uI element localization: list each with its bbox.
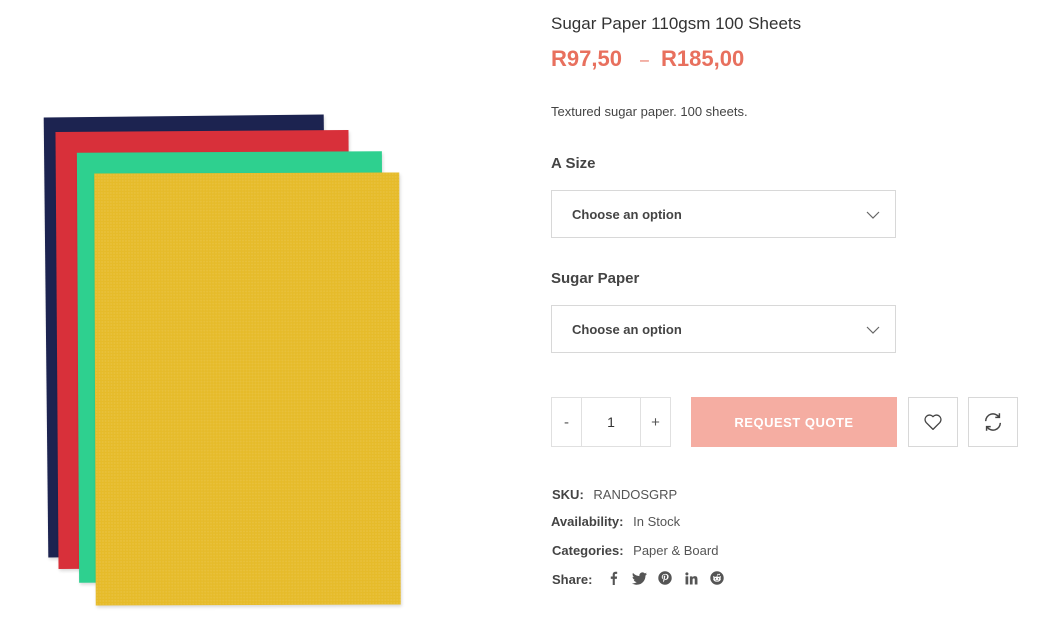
sugar-paper-select-value: Choose an option bbox=[572, 322, 682, 337]
categories-label: Categories: bbox=[552, 543, 624, 558]
categories-row: Categories: Paper & Board bbox=[552, 543, 718, 558]
share-label: Share: bbox=[552, 572, 593, 587]
product-description: Textured sugar paper. 100 sheets. bbox=[551, 104, 748, 119]
sku-row: SKU: RANDOSGRP bbox=[552, 487, 677, 502]
pinterest-icon[interactable] bbox=[657, 570, 673, 586]
quantity-increase-button[interactable]: + bbox=[640, 398, 670, 446]
request-quote-button[interactable]: REQUEST QUOTE bbox=[691, 397, 897, 447]
sku-value: RANDOSGRP bbox=[593, 487, 678, 502]
category-link[interactable]: Paper & Board bbox=[633, 543, 718, 558]
a-size-label: A Size bbox=[551, 155, 596, 172]
quantity-input[interactable] bbox=[582, 398, 640, 446]
wishlist-button[interactable] bbox=[908, 397, 958, 447]
sugar-paper-label: Sugar Paper bbox=[551, 270, 640, 287]
reddit-icon[interactable] bbox=[709, 570, 725, 586]
share-row: Share: bbox=[552, 572, 598, 587]
product-image[interactable] bbox=[0, 0, 520, 629]
price-min: R97,50 bbox=[551, 46, 622, 71]
availability-label: Availability: bbox=[551, 514, 624, 529]
quantity-stepper: - + bbox=[551, 397, 671, 447]
price-separator: – bbox=[640, 52, 649, 69]
price-max: R185,00 bbox=[661, 46, 745, 71]
facebook-icon[interactable] bbox=[605, 570, 621, 586]
availability-value: In Stock bbox=[633, 514, 681, 529]
yellow-paper-sheet bbox=[94, 172, 401, 606]
compare-button[interactable] bbox=[968, 397, 1018, 447]
a-size-select-value: Choose an option bbox=[572, 207, 682, 222]
sugar-paper-select[interactable]: Choose an option bbox=[551, 305, 896, 353]
linkedin-icon[interactable] bbox=[683, 570, 699, 586]
a-size-select[interactable]: Choose an option bbox=[551, 190, 896, 238]
sku-label: SKU: bbox=[552, 487, 584, 502]
heart-icon bbox=[924, 414, 942, 431]
chevron-down-icon bbox=[866, 211, 880, 219]
product-title: Sugar Paper 110gsm 100 Sheets bbox=[551, 14, 802, 33]
twitter-icon[interactable] bbox=[631, 570, 647, 586]
share-icons bbox=[605, 570, 725, 586]
refresh-icon bbox=[984, 413, 1002, 431]
chevron-down-icon bbox=[866, 326, 880, 334]
availability-row: Availability: In Stock bbox=[551, 514, 680, 529]
quantity-decrease-button[interactable]: - bbox=[552, 398, 582, 446]
